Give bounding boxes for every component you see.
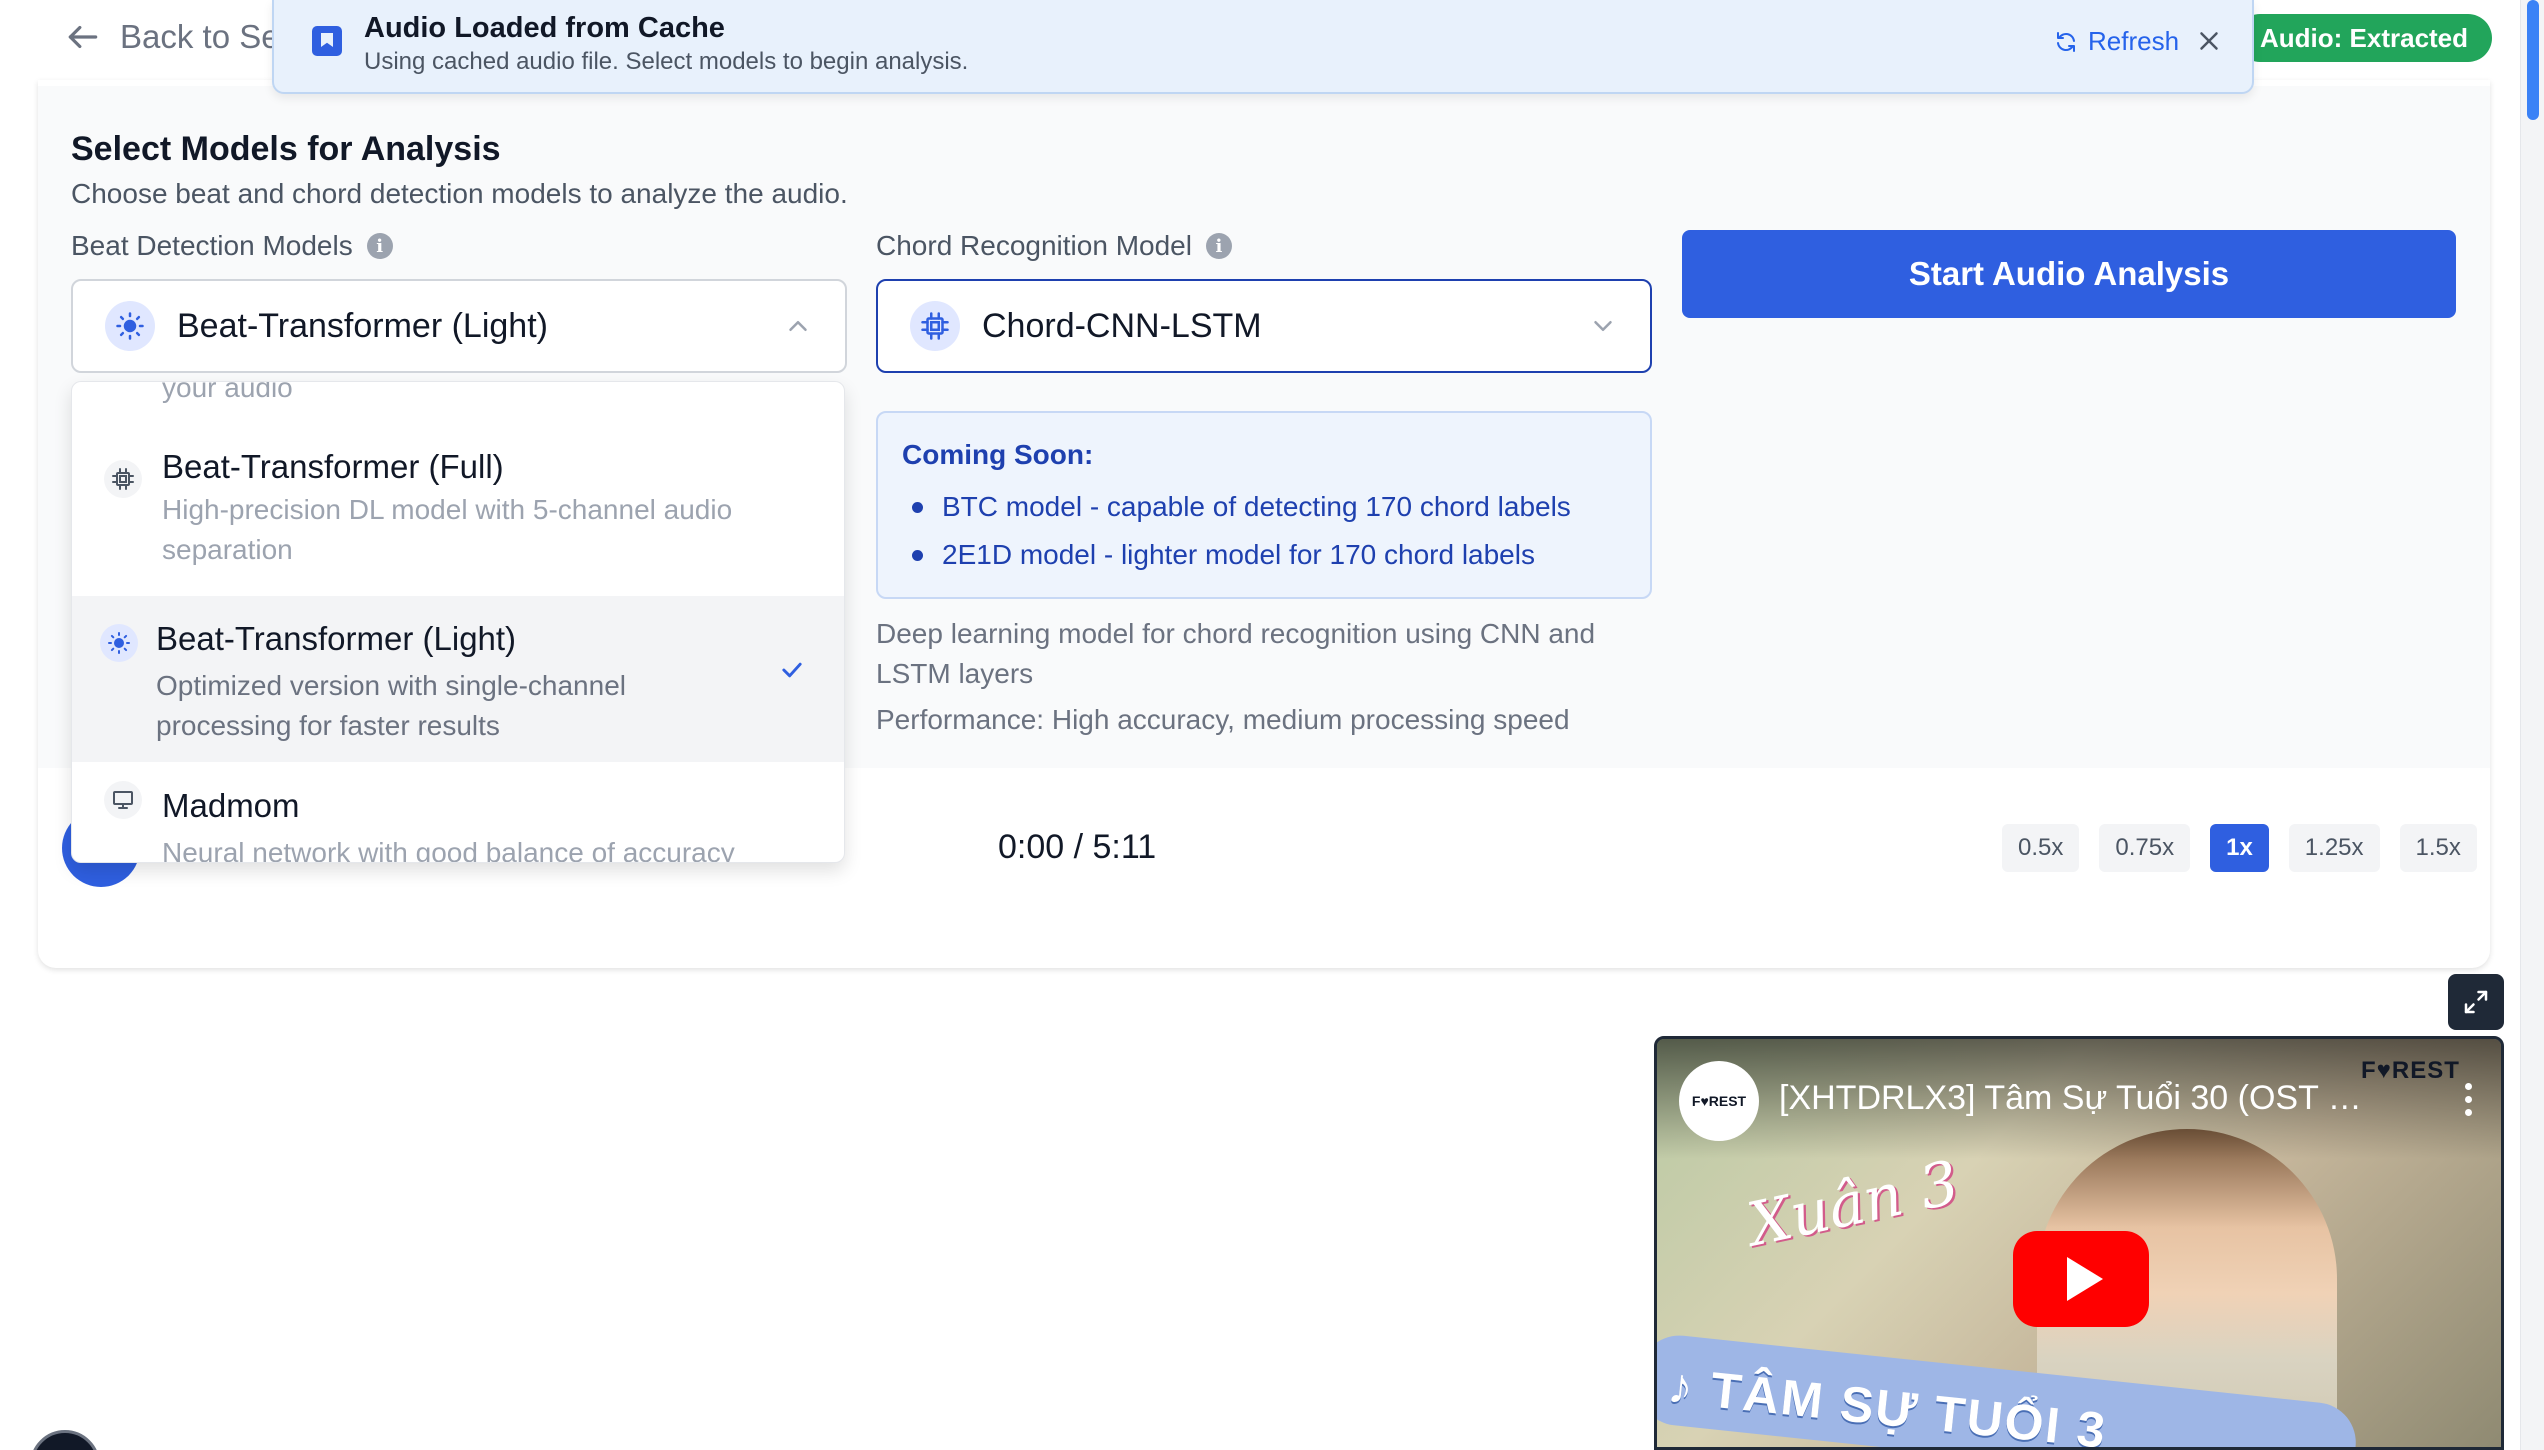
right-scrollbar[interactable] [2520,0,2544,1450]
video-title[interactable]: [XHTDRLX3] Tâm Sự Tuổi 30 (OST Ô... [1779,1079,2379,1118]
scrollbar-thumb[interactable] [2527,0,2539,120]
analysis-subtitle: Choose beat and chord detection models t… [71,178,848,209]
speed-button-active[interactable]: 1x [2210,824,2269,872]
cache-notification: Audio Loaded from Cache Using cached aud… [272,0,2254,94]
coming-soon-box: Coming Soon: BTC model - capable of dete… [876,411,1652,599]
chord-model-label: Chord Recognition Model i [876,230,1232,262]
playback-speed-group: 0.5x 0.75x 1x 1.25x 1.5x [2002,824,2477,872]
chord-model-description: Deep learning model for chord recognitio… [876,618,1596,689]
notification-title: Audio Loaded from Cache [364,12,725,44]
time-display: 0:00 / 5:11 [998,828,1157,866]
option-title: Madmom [162,787,300,824]
chord-model-performance: Performance: High accuracy, medium proce… [876,704,1570,735]
option-description: High-precision DL model with 5-channel a… [162,494,733,565]
expand-icon [2464,990,2488,1014]
dropdown-option-madmom[interactable]: Madmom Neural network with good balance … [72,781,844,863]
chord-model-select[interactable]: Chord-CNN-LSTM [876,279,1652,373]
info-icon[interactable]: i [366,233,393,259]
channel-brand-logo: F♥REST [2361,1057,2460,1084]
option-description: Neural network with good balance of accu… [162,837,735,863]
thumbnail-script-text: Xuân 3 [1742,1147,1965,1261]
speed-button[interactable]: 1.25x [2288,824,2380,872]
speed-button[interactable]: 0.75x [2099,824,2191,872]
start-analysis-button[interactable]: Start Audio Analysis [1682,230,2456,318]
arrow-left-icon [68,25,98,49]
bookmark-icon [312,26,342,56]
beat-model-label-text: Beat Detection Models [71,230,353,261]
expand-video-button[interactable] [2448,974,2504,1030]
refresh-button[interactable]: Refresh [2054,26,2179,57]
option-title: Beat-Transformer (Light) [156,620,517,657]
audio-status-badge: Audio: Extracted [2236,14,2493,62]
dropdown-option-beat-transformer-full[interactable]: Beat-Transformer (Full) High-precision D… [72,448,844,616]
chord-model-selected: Chord-CNN-LSTM [982,306,1262,345]
close-icon[interactable] [2194,26,2224,56]
chip-icon [104,460,142,498]
back-link[interactable]: Back to Se [64,18,280,56]
refresh-label: Refresh [2088,26,2180,56]
chord-model-label-text: Chord Recognition Model [876,230,1192,261]
list-item: BTC model - capable of detecting 170 cho… [902,483,1626,531]
option-description: Optimized version with single-channel pr… [156,670,626,741]
chevron-down-icon [1594,321,1612,331]
beat-model-selected: Beat-Transformer (Light) [177,306,548,345]
beat-model-select[interactable]: Beat-Transformer (Light) [71,279,847,373]
dropdown-partial-text: your audio [162,381,293,403]
chat-bubble-button[interactable] [30,1430,100,1450]
speed-button[interactable]: 1.5x [2399,824,2477,872]
beat-model-label: Beat Detection Models i [71,230,393,262]
beat-model-dropdown[interactable]: your audio Beat-Transformer (Full) High-… [71,381,845,863]
notification-message: Using cached audio file. Select models t… [364,48,969,75]
back-link-label: Back to Se [120,18,280,55]
sun-icon [105,301,155,351]
sun-icon [100,624,138,662]
youtube-play-button[interactable] [2013,1231,2149,1327]
chevron-up-icon [789,321,807,331]
channel-avatar[interactable]: F♥REST [1679,1061,1759,1141]
more-options-icon[interactable] [2465,1083,2473,1119]
check-icon [782,662,802,678]
coming-soon-list: BTC model - capable of detecting 170 cho… [902,483,1626,579]
dropdown-option-beat-transformer-light[interactable]: Beat-Transformer (Light) Optimized versi… [72,596,844,762]
analysis-title: Select Models for Analysis [71,130,501,168]
speed-button[interactable]: 0.5x [2002,824,2080,872]
refresh-icon [2057,31,2075,52]
info-icon[interactable]: i [1205,233,1232,259]
option-title: Beat-Transformer (Full) [162,448,504,485]
list-item: 2E1D model - lighter model for 170 chord… [902,531,1626,579]
monitor-icon [104,781,142,819]
chip-icon [910,301,960,351]
youtube-video-player[interactable]: Xuân 3 ♪ TÂM SỰ TUỔI 3 F♥REST [XHTDRLX3]… [1654,1036,2504,1450]
coming-soon-title: Coming Soon: [902,439,1094,470]
